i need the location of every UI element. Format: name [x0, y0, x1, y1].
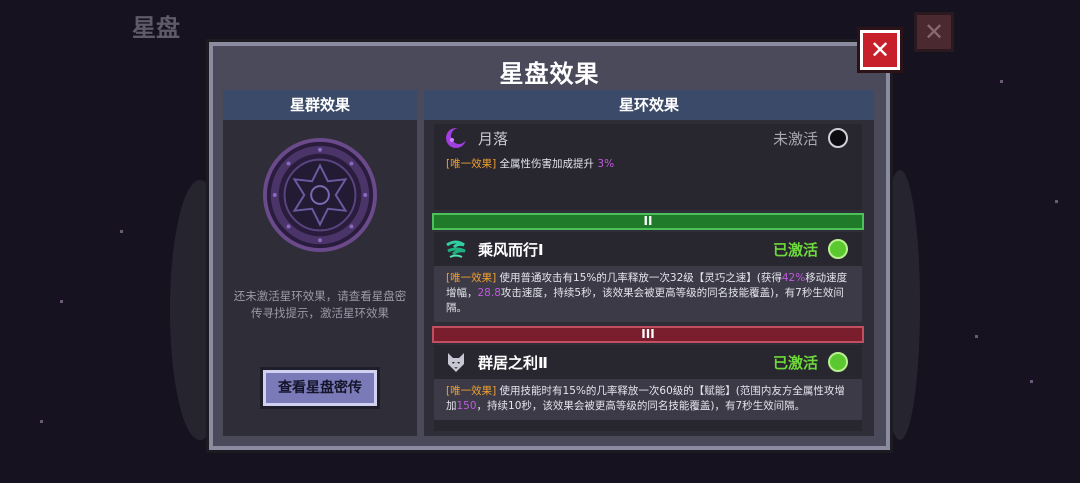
- close-icon: ✕: [923, 18, 945, 46]
- star-ring-panel: 星环效果 月落 未激活 [唯一效果] 全属性伤害加成提升 3% II 乘风而行Ⅰ…: [424, 90, 874, 436]
- description-text: 全属性伤害加成提升: [499, 158, 595, 170]
- effect-status: 已激活: [772, 241, 818, 259]
- wolf-icon: [448, 353, 464, 372]
- activation-hint: 还未激活星环效果，请查看星盘密传寻找提示，激活星环效果: [233, 289, 407, 320]
- effect-name: 乘风而行Ⅰ: [478, 240, 544, 259]
- description-text: ，持续10秒，该效果会被更高等级的同名技能覆盖)，有7秒生效间隔。: [476, 400, 806, 412]
- view-astrolabe-secrets-button[interactable]: 查看星盘密传: [263, 370, 377, 406]
- star: [975, 335, 978, 338]
- dialog-title: 星盘效果: [499, 60, 600, 88]
- constellation-panel: 星群效果 还未激活星环效果，请查看星盘密传寻找提示，激活星环效果 查看星盘密传: [223, 90, 417, 436]
- astrolabe-icon: [262, 137, 378, 253]
- effect-description: [唯一效果] 使用技能时有15%的几率释放一次60级的【赋能】(范围内友方全属性…: [434, 379, 862, 420]
- unique-effect-tag: [唯一效果]: [446, 158, 497, 170]
- effect-status: 已激活: [772, 354, 818, 372]
- close-icon: ✕: [869, 36, 891, 64]
- description-text: 攻击速度，持续5秒，该效果会被更高等级的同名技能覆盖)，有7秒生效间隔。: [446, 287, 844, 314]
- effect-card: 群居之利Ⅱ 已激活 [唯一效果] 使用技能时有15%的几率释放一次60级的【赋能…: [434, 345, 862, 431]
- highlight-value: 28.8: [477, 287, 501, 299]
- unique-effect-tag: [唯一效果]: [446, 272, 497, 284]
- tier-divider: III: [432, 326, 864, 343]
- background-close-button: ✕: [914, 12, 954, 52]
- effect-card: 乘风而行Ⅰ 已激活 [唯一效果] 使用普通攻击有15%的几率释放一次32级【灵巧…: [434, 232, 862, 322]
- tier-divider: II: [432, 213, 864, 230]
- star: [120, 230, 123, 233]
- highlight-value: 3%: [597, 158, 615, 170]
- active-dot-icon: [828, 352, 848, 372]
- star: [1055, 200, 1058, 203]
- effect-status: 未激活: [772, 130, 818, 148]
- close-button[interactable]: ✕: [860, 30, 900, 70]
- effect-card: 月落 未激活 [唯一效果] 全属性伤害加成提升 3%: [434, 124, 862, 210]
- star: [40, 420, 43, 423]
- star: [1030, 380, 1033, 383]
- inactive-dot-icon: [828, 128, 848, 148]
- effect-name: 群居之利Ⅱ: [478, 353, 548, 372]
- effect-description: [唯一效果] 使用普通攻击有15%的几率释放一次32级【灵巧之速】(获得42%移…: [434, 266, 862, 322]
- active-dot-icon: [828, 239, 848, 259]
- star-ring-header: 星环效果: [424, 90, 874, 120]
- star: [60, 300, 63, 303]
- description-text: 使用普通攻击有15%的几率释放一次32级【灵巧之速】(获得: [499, 272, 782, 284]
- wind-icon: [446, 240, 466, 258]
- crescent-moon-icon: [446, 128, 467, 148]
- effect-description: [唯一效果] 全属性伤害加成提升 3%: [434, 152, 862, 178]
- constellation-header: 星群效果: [223, 90, 417, 120]
- highlight-value: 42%: [781, 272, 806, 284]
- highlight-value: 150: [456, 400, 477, 412]
- star: [1000, 80, 1003, 83]
- background-title: 星盘: [132, 14, 180, 42]
- unique-effect-tag: [唯一效果]: [446, 385, 497, 397]
- effect-name: 月落: [478, 129, 509, 148]
